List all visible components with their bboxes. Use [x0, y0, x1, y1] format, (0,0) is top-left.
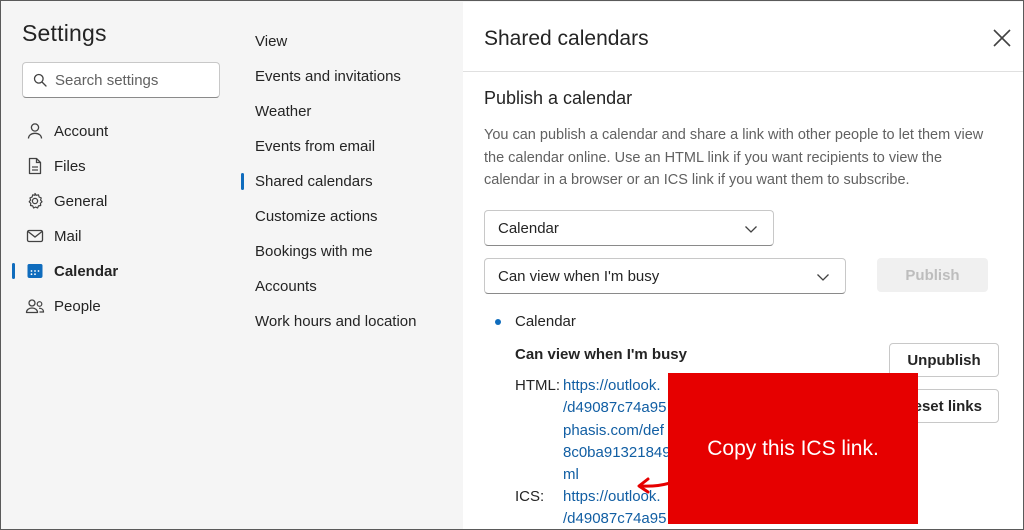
subnav-active-indicator: [241, 173, 244, 190]
close-button[interactable]: [988, 24, 1016, 52]
nav-label-account: Account: [54, 122, 109, 140]
subnav-item-bookings[interactable]: Bookings with me: [255, 243, 373, 260]
nav-item-account[interactable]: Account: [10, 114, 230, 148]
people-icon: [24, 295, 46, 317]
list-bullet: [495, 319, 501, 325]
subnav-item-events-from-email[interactable]: Events from email: [255, 138, 375, 155]
annotation-callout: Copy this ICS link.: [668, 373, 918, 524]
nav-item-mail[interactable]: Mail: [10, 219, 230, 253]
ics-label: ICS:: [515, 488, 545, 505]
settings-title: Settings: [22, 20, 107, 46]
html-link[interactable]: ml: [563, 466, 579, 483]
subnav-item-shared-calendars[interactable]: Shared calendars: [255, 173, 373, 190]
subnav-item-accounts[interactable]: Accounts: [255, 278, 317, 295]
chevron-down-icon: [817, 274, 829, 281]
settings-nav: Settings Account Files General: [2, 2, 237, 529]
subnav-item-events-invitations[interactable]: Events and invitations: [255, 68, 401, 85]
callout-text: Copy this ICS link.: [707, 437, 879, 460]
unpublish-button[interactable]: Unpublish: [889, 343, 999, 377]
settings-window: Settings Account Files General: [0, 0, 1024, 530]
published-permission: Can view when I'm busy: [515, 346, 687, 363]
search-input[interactable]: [55, 71, 205, 89]
calendar-select[interactable]: Calendar: [484, 210, 774, 246]
nav-item-general[interactable]: General: [10, 184, 230, 218]
callout-arrow-icon: [637, 473, 689, 494]
person-icon: [24, 120, 46, 142]
nav-item-people[interactable]: People: [10, 289, 230, 323]
subnav-item-work-hours[interactable]: Work hours and location: [255, 313, 416, 330]
file-icon: [24, 155, 46, 177]
search-icon: [33, 73, 47, 87]
permission-select[interactable]: Can view when I'm busy: [484, 258, 846, 294]
section-description: You can publish a calendar and share a l…: [484, 127, 984, 188]
section-title: Publish a calendar: [484, 88, 633, 108]
calendar-icon: [24, 260, 46, 282]
panel-header: Shared calendars: [463, 2, 1023, 72]
nav-item-calendar[interactable]: Calendar: [10, 254, 230, 288]
html-link[interactable]: /d49087c74a95: [563, 399, 666, 416]
panel-title: Shared calendars: [484, 27, 649, 50]
nav-label-people: People: [54, 297, 101, 315]
nav-label-calendar: Calendar: [54, 262, 119, 280]
close-icon: [993, 29, 1011, 47]
html-link[interactable]: phasis.com/def: [563, 422, 664, 439]
subnav-item-view[interactable]: View: [255, 33, 287, 50]
html-link[interactable]: https://outlook.: [563, 377, 661, 394]
nav-item-files[interactable]: Files: [10, 149, 230, 183]
html-link[interactable]: 8c0ba91321849: [563, 444, 671, 461]
mail-icon: [24, 225, 46, 247]
gear-icon: [24, 190, 46, 212]
published-calendar-name: Calendar: [515, 313, 576, 330]
calendar-select-value: Calendar: [498, 219, 559, 237]
subnav-item-weather[interactable]: Weather: [255, 103, 311, 120]
subnav-item-customize-actions[interactable]: Customize actions: [255, 208, 378, 225]
ics-link[interactable]: /d49087c74a95: [563, 510, 666, 527]
html-label: HTML:: [515, 377, 560, 394]
nav-label-mail: Mail: [54, 227, 82, 245]
nav-label-files: Files: [54, 157, 86, 175]
calendar-subnav: View Events and invitations Weather Even…: [237, 2, 463, 529]
nav-label-general: General: [54, 192, 108, 210]
permission-select-value: Can view when I'm busy: [498, 267, 660, 285]
chevron-down-icon: [745, 226, 757, 233]
publish-button[interactable]: Publish: [877, 258, 988, 292]
active-indicator: [12, 263, 15, 279]
search-settings-box[interactable]: [22, 62, 220, 98]
